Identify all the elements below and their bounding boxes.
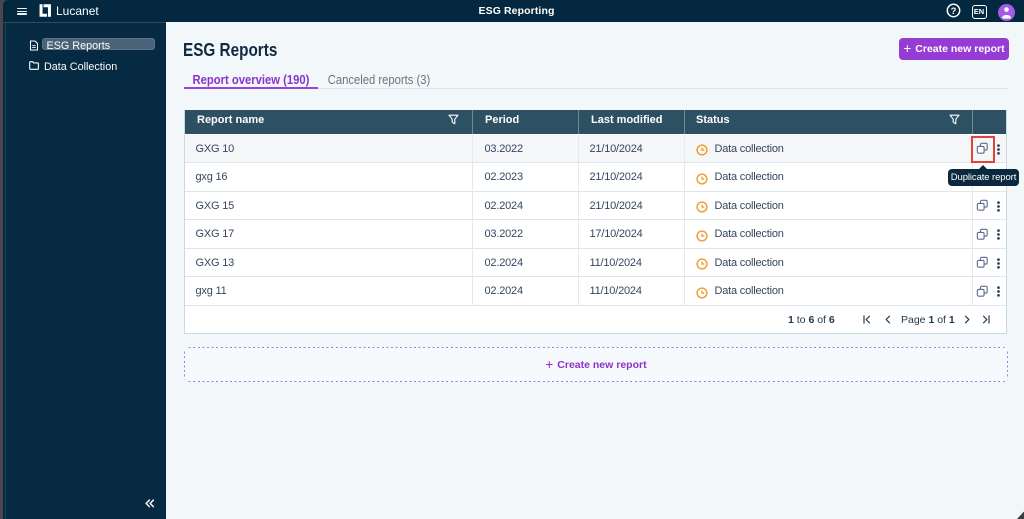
svg-text:?: ? — [951, 6, 957, 17]
